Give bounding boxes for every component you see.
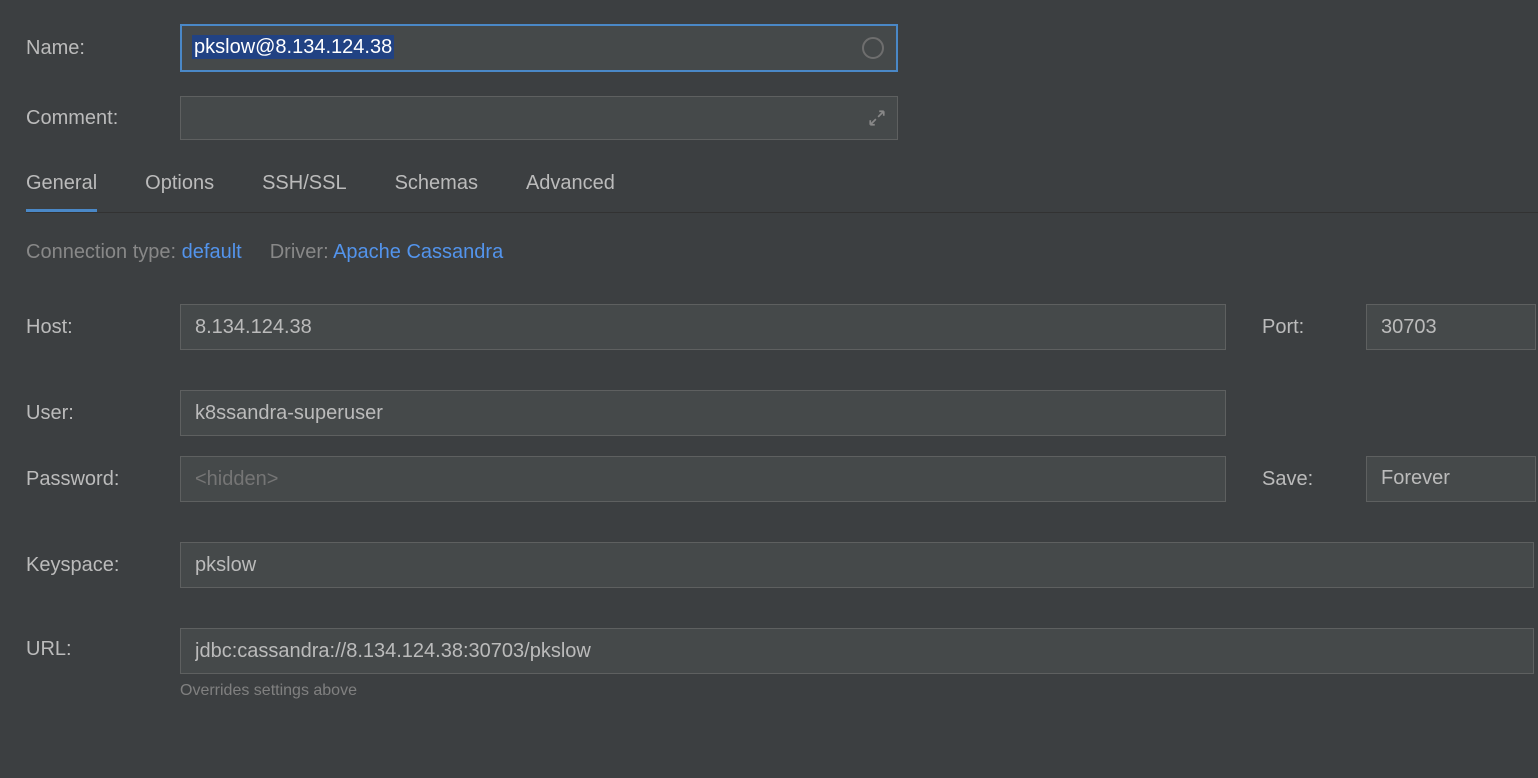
port-section: Port: — [1262, 304, 1536, 350]
save-section: Save: Forever — [1262, 456, 1536, 502]
host-input[interactable] — [180, 304, 1226, 350]
tab-advanced[interactable]: Advanced — [526, 164, 615, 212]
url-input[interactable] — [180, 628, 1534, 674]
user-row: User: — [26, 390, 1538, 436]
port-input[interactable] — [1366, 304, 1536, 350]
tab-general[interactable]: General — [26, 164, 97, 212]
fields-section: Host: Port: User: Password: Save: Foreve… — [26, 304, 1538, 700]
comment-label: Comment: — [26, 107, 180, 130]
password-input[interactable] — [180, 456, 1226, 502]
user-label: User: — [26, 402, 180, 425]
comment-input-wrapper — [180, 96, 898, 140]
password-row: Password: Save: Forever — [26, 456, 1538, 502]
name-input-wrapper: pkslow@8.134.124.38 — [180, 24, 898, 72]
url-row: URL: Overrides settings above — [26, 628, 1538, 700]
tab-ssh-ssl[interactable]: SSH/SSL — [262, 164, 346, 212]
driver-group: Driver: Apache Cassandra — [270, 241, 503, 264]
datasource-settings-panel: Name: pkslow@8.134.124.38 Comment: Gener… — [0, 0, 1538, 700]
name-input-selection: pkslow@8.134.124.38 — [192, 36, 394, 59]
color-indicator-icon[interactable] — [862, 37, 884, 59]
name-label: Name: — [26, 37, 180, 60]
keyspace-row: Keyspace: — [26, 542, 1538, 588]
comment-input[interactable] — [180, 96, 898, 140]
user-input[interactable] — [180, 390, 1226, 436]
url-hint: Overrides settings above — [180, 682, 1534, 700]
url-label: URL: — [26, 628, 180, 661]
save-select[interactable]: Forever — [1366, 456, 1536, 502]
port-label: Port: — [1262, 316, 1366, 339]
tab-schemas[interactable]: Schemas — [395, 164, 478, 212]
password-label: Password: — [26, 468, 180, 491]
tabs-bar: General Options SSH/SSL Schemas Advanced — [26, 164, 1538, 213]
tab-options[interactable]: Options — [145, 164, 214, 212]
driver-link[interactable]: Apache Cassandra — [333, 241, 503, 263]
save-label: Save: — [1262, 468, 1366, 491]
connection-type-link[interactable]: default — [182, 241, 242, 263]
connection-info-row: Connection type: default Driver: Apache … — [26, 241, 1538, 264]
expand-icon[interactable] — [868, 109, 886, 127]
host-label: Host: — [26, 316, 180, 339]
keyspace-input[interactable] — [180, 542, 1534, 588]
connection-type-group: Connection type: default — [26, 241, 242, 264]
url-section: Overrides settings above — [180, 628, 1534, 700]
keyspace-label: Keyspace: — [26, 554, 180, 577]
driver-label: Driver: — [270, 241, 329, 263]
connection-type-label: Connection type: — [26, 241, 176, 263]
host-row: Host: Port: — [26, 304, 1538, 350]
name-row: Name: pkslow@8.134.124.38 — [26, 24, 1538, 72]
comment-row: Comment: — [26, 96, 1538, 140]
